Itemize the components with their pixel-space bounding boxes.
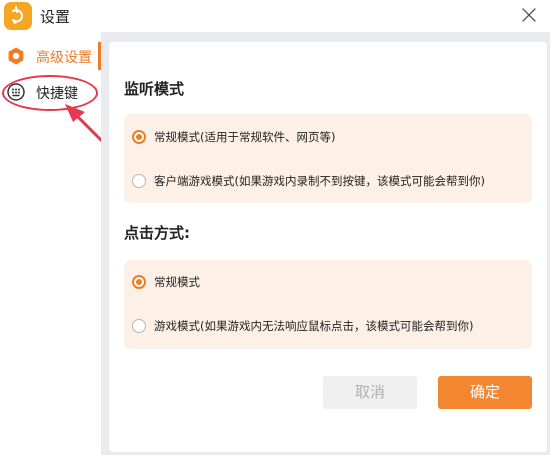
sidebar-item-label: 快捷键 (36, 86, 78, 102)
radio-selected[interactable] (132, 275, 146, 289)
sidebar-item-advanced-settings[interactable]: 高级设置 (0, 38, 101, 74)
radio-unselected[interactable] (132, 319, 146, 333)
close-icon[interactable] (516, 2, 542, 28)
keyboard-icon (6, 82, 26, 102)
radio-unselected[interactable] (132, 174, 146, 188)
sidebar-item-shortcuts[interactable]: 快捷键 (0, 74, 101, 110)
window-title: 设置 (40, 8, 71, 26)
app-logo-icon (4, 2, 32, 30)
option-label: 游戏模式(如果游戏内无法响应鼠标点击，该模式可能会帮到你) (154, 319, 474, 333)
confirm-button[interactable]: 确定 (438, 376, 532, 409)
option-label: 客户端游戏模式(如果游戏内录制不到按键，该模式可能会帮到你) (154, 174, 485, 188)
radio-selected[interactable] (132, 130, 146, 144)
cancel-button[interactable]: 取消 (323, 376, 417, 409)
click-mode-title: 点击方式: (124, 224, 190, 242)
sidebar-item-label: 高级设置 (36, 50, 92, 66)
listen-mode-title: 监听模式 (124, 80, 185, 98)
click-mode-options: 常规模式 游戏模式(如果游戏内无法响应鼠标点击，该模式可能会帮到你) (124, 260, 532, 349)
option-label: 常规模式 (154, 275, 200, 289)
title-bar: 设置 (0, 0, 550, 32)
gear-icon (6, 46, 26, 66)
listen-mode-options: 常规模式(适用于常规软件、网页等) 客户端游戏模式(如果游戏内录制不到按键，该模… (124, 114, 532, 203)
option-label: 常规模式(适用于常规软件、网页等) (154, 130, 336, 144)
sidebar: 高级设置 快捷键 (0, 32, 101, 455)
